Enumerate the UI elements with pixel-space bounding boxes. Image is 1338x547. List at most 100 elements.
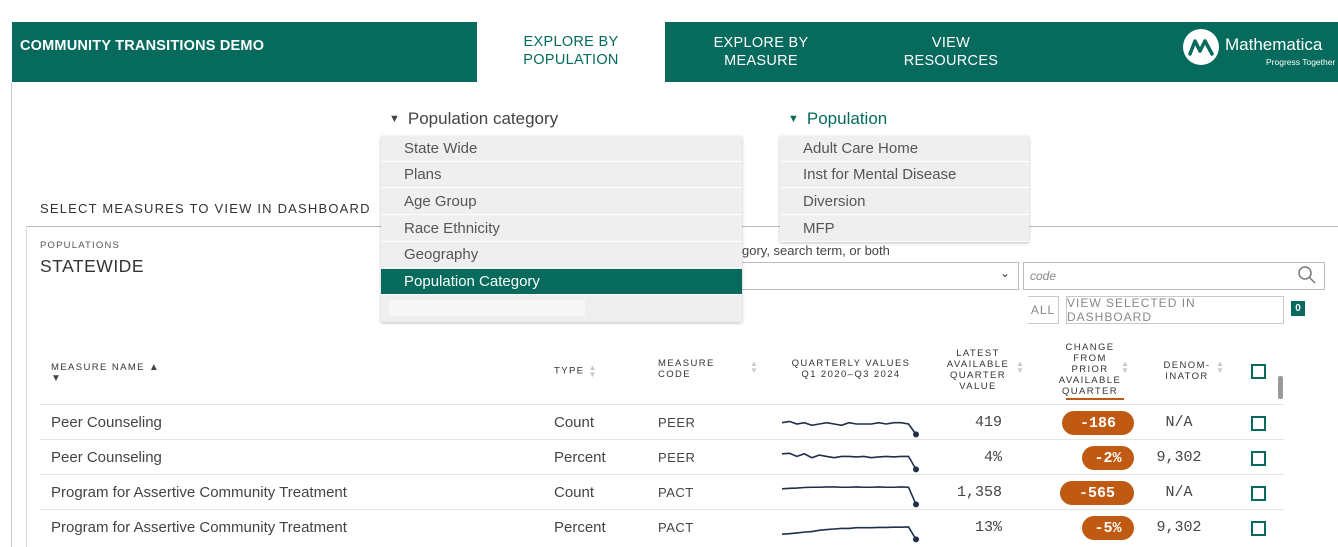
change-badge: -5% xyxy=(1082,516,1134,540)
option-state-wide[interactable]: State Wide xyxy=(381,136,742,162)
category-dropdown-label: Population category xyxy=(407,109,559,128)
col-denominator[interactable]: DENOM- INATOR xyxy=(1152,360,1222,382)
option-age-group[interactable]: Age Group xyxy=(381,189,742,215)
table-header: MEASURE NAME ▲ ▼ TYPE ▲ ▼ MEASURE CODE ▲ ▼ … xyxy=(40,338,1284,400)
sparkline-path xyxy=(781,526,917,540)
sorted-column-indicator xyxy=(1066,398,1124,400)
col-measure-name-label: MEASURE NAME xyxy=(51,362,145,373)
sparkline-endpoint xyxy=(913,501,919,508)
sparkline-endpoint xyxy=(913,536,919,543)
caret-down-icon: ▼ xyxy=(389,113,400,125)
tab-explore-by-population[interactable]: EXPLORE BY POPULATION xyxy=(477,20,665,82)
latest-value-cell: 4% xyxy=(983,449,1002,466)
option-plans[interactable]: Plans xyxy=(381,162,742,188)
option-inst-for-mental-disease[interactable]: Inst for Mental Disease xyxy=(780,162,1029,188)
row-select-checkbox[interactable] xyxy=(1251,451,1266,466)
measure-code-cell: PACT xyxy=(658,485,694,500)
type-cell: Count xyxy=(554,484,595,501)
panel-border xyxy=(26,226,27,547)
col-change[interactable]: CHANGE FROM PRIOR AVAILABLE QUARTER xyxy=(1048,342,1132,397)
col-measure-name[interactable]: MEASURE NAME ▲ ▼ xyxy=(51,362,160,384)
latest-value-cell: 1,358 xyxy=(956,484,1002,501)
latest-value-cell: 13% xyxy=(974,519,1002,536)
option-geography[interactable]: Geography xyxy=(381,242,742,268)
quarterly-sparkline xyxy=(781,526,919,543)
search-placeholder[interactable]: code xyxy=(1030,269,1056,283)
app-title: COMMUNITY TRANSITIONS DEMO xyxy=(20,38,265,54)
denominator-cell: N/A xyxy=(1165,414,1193,431)
quarterly-sparkline xyxy=(781,420,919,438)
caret-down-icon: ▼ xyxy=(788,113,799,125)
select-all-checkbox[interactable] xyxy=(1251,364,1266,379)
measure-name-cell: Program for Assertive Community Treatmen… xyxy=(51,519,347,536)
population-dropdown-label: Population xyxy=(806,109,888,128)
denominator-cell: 9,302 xyxy=(1156,519,1202,536)
row-select-checkbox[interactable] xyxy=(1251,416,1266,431)
sparkline-path xyxy=(781,486,917,505)
view-selected-button[interactable]: VIEW SELECTED IN DASHBOARD xyxy=(1066,296,1284,324)
sort-icon[interactable]: ▲ ▼ xyxy=(1016,360,1024,375)
sort-icon[interactable]: ▲ ▼ xyxy=(1216,360,1224,375)
sparkline-endpoint xyxy=(913,466,919,473)
left-border xyxy=(11,82,12,547)
population-dropdown[interactable]: ▼ Population xyxy=(788,109,887,129)
denominator-cell: N/A xyxy=(1165,484,1193,501)
quarterly-sparkline xyxy=(781,452,919,473)
category-options-list: State Wide Plans Age Group Race Ethnicit… xyxy=(381,136,742,322)
change-badge: -2% xyxy=(1082,446,1134,470)
tab-explore-by-measure[interactable]: EXPLORE BY MEASURE xyxy=(667,22,855,82)
measure-code-cell: PEER xyxy=(658,450,696,465)
row-select-checkbox[interactable] xyxy=(1251,486,1266,501)
sparkline-path xyxy=(781,452,917,470)
populations-label: POPULATIONS xyxy=(40,240,121,251)
type-cell: Percent xyxy=(554,449,606,466)
latest-value-cell: 419 xyxy=(974,414,1002,431)
option-adult-care-home[interactable]: Adult Care Home xyxy=(780,136,1029,162)
change-badge: -565 xyxy=(1060,481,1134,505)
list-scroll-area xyxy=(389,300,585,316)
measure-name-cell: Program for Assertive Community Treatmen… xyxy=(51,484,347,501)
row-select-checkbox[interactable] xyxy=(1251,521,1266,536)
option-mfp[interactable]: MFP xyxy=(780,216,1029,242)
sort-icon[interactable]: ▲ ▼ xyxy=(588,364,597,379)
selected-count-badge: 0 xyxy=(1291,301,1305,316)
col-measure-code[interactable]: MEASURE CODE xyxy=(658,358,715,380)
option-race-ethnicity[interactable]: Race Ethnicity xyxy=(381,216,742,242)
chevron-down-icon[interactable]: ⌄ xyxy=(1000,266,1010,280)
table-scrollbar[interactable] xyxy=(1278,376,1283,399)
table-row[interactable]: Program for Assertive Community Treatmen… xyxy=(40,474,1284,510)
type-cell: Percent xyxy=(554,519,606,536)
option-population-category[interactable]: Population Category xyxy=(381,269,742,295)
sparkline-endpoint xyxy=(913,431,919,438)
filter-hint: gory, search term, or both xyxy=(742,243,890,258)
section-title: SELECT MEASURES TO VIEW IN DASHBOARD xyxy=(40,201,371,216)
sort-icon[interactable]: ▲ ▼ xyxy=(750,360,758,375)
search-icon[interactable] xyxy=(1297,265,1317,285)
select-all-button[interactable]: ALL xyxy=(1028,296,1059,324)
sort-icon[interactable]: ▲ ▼ xyxy=(1121,360,1129,375)
tab-view-resources[interactable]: VIEW RESOURCES xyxy=(857,22,1045,82)
table-row[interactable]: Peer Counseling Count PEER 419 -186 N/A xyxy=(40,404,1284,440)
col-type[interactable]: TYPE ▲ ▼ xyxy=(554,364,598,379)
table-row[interactable]: Peer Counseling Percent PEER 4% -2% 9,302 xyxy=(40,439,1284,475)
population-category-dropdown[interactable]: ▼ Population category xyxy=(389,109,558,129)
measure-name-cell: Peer Counseling xyxy=(51,449,162,466)
denominator-cell: 9,302 xyxy=(1156,449,1202,466)
search-input[interactable] xyxy=(1023,262,1325,290)
col-quarterly-values: QUARTERLY VALUES Q1 2020–Q3 2024 xyxy=(791,358,911,380)
measure-name-cell: Peer Counseling xyxy=(51,414,162,431)
sparkline-path xyxy=(781,420,917,435)
change-badge: -186 xyxy=(1062,411,1134,435)
table-row[interactable]: Program for Assertive Community Treatmen… xyxy=(40,509,1284,545)
option-diversion[interactable]: Diversion xyxy=(780,189,1029,215)
logo-name: Mathematica xyxy=(1225,35,1323,54)
quarterly-sparkline xyxy=(781,486,919,508)
logo-tagline: Progress Together xyxy=(1266,57,1336,67)
populations-value: STATEWIDE xyxy=(40,256,144,276)
category-select[interactable] xyxy=(742,262,1019,290)
col-type-label: TYPE xyxy=(554,365,585,377)
col-latest-value[interactable]: LATEST AVAILABLE QUARTER VALUE xyxy=(942,348,1014,392)
population-options-list: Adult Care Home Inst for Mental Disease … xyxy=(780,136,1029,242)
measure-code-cell: PEER xyxy=(658,415,696,430)
type-cell: Count xyxy=(554,414,595,431)
